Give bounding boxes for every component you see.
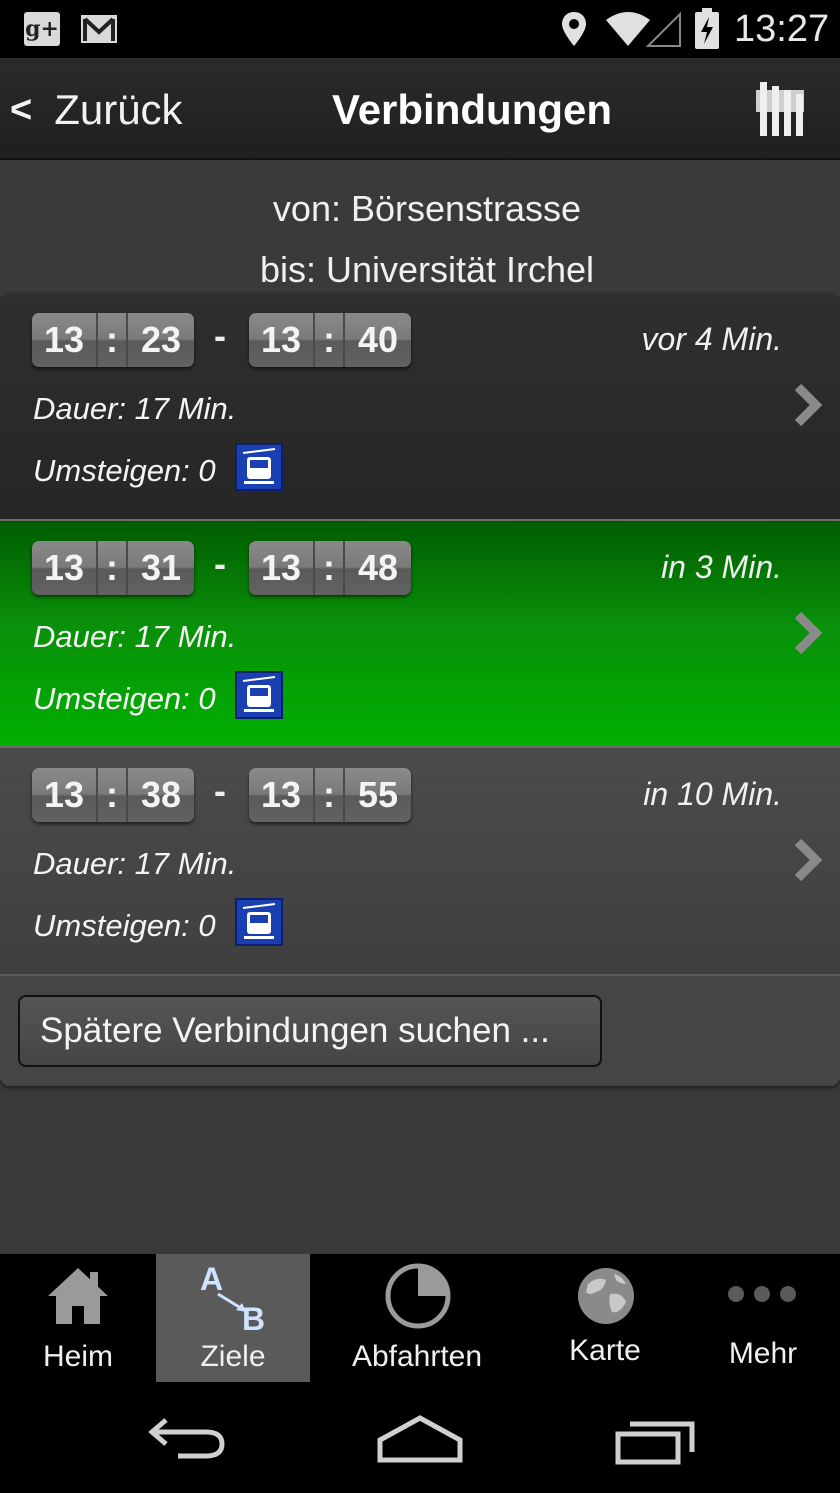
chevron-right-icon [794, 611, 823, 655]
connection-item-highlighted[interactable]: 13 : 31 - 13 : 48 in 3 Min. Dauer: 17 Mi… [0, 521, 840, 747]
more-dots-icon [728, 1286, 796, 1302]
svg-text:A: A [200, 1261, 223, 1297]
tram-icon [235, 443, 283, 491]
transfers: Umsteigen: 0 [33, 681, 216, 716]
tab-karte[interactable]: Karte [524, 1254, 686, 1382]
tab-label: Abfahrten [351, 1340, 483, 1373]
departure-time: 13 : 23 [32, 313, 194, 367]
route-to: bis: Universität Irchel [259, 249, 595, 290]
location-icon [562, 12, 586, 46]
signal-icon [645, 11, 681, 47]
svg-text:B: B [242, 1301, 265, 1334]
tab-abfahrten[interactable]: Abfahrten [310, 1254, 524, 1382]
back-icon[interactable] [146, 1414, 228, 1460]
home-icon [48, 1268, 108, 1324]
status-bar: g+ 13:27 [0, 0, 840, 58]
route-info: von: Börsenstrasse bis: Universität Irch… [0, 178, 840, 300]
tab-label: Mehr [728, 1337, 798, 1370]
arrival-time: 13 : 48 [249, 541, 411, 595]
time-range-separator: - [214, 315, 226, 356]
action-bar: < Zurück Verbindungen [0, 58, 840, 160]
a-to-b-icon: A B [200, 1261, 265, 1334]
chevron-right-icon [794, 383, 823, 427]
chevron-right-icon [794, 838, 823, 882]
transfers: Umsteigen: 0 [33, 908, 216, 943]
connection-item[interactable]: 13 : 23 - 13 : 40 vor 4 Min. Dauer: 17 M… [0, 293, 840, 519]
transfers: Umsteigen: 0 [33, 453, 216, 488]
tab-label: Heim [42, 1340, 113, 1373]
route-from: von: Börsenstrasse [272, 188, 582, 229]
system-nav-bar [0, 1382, 840, 1493]
relative-time: in 10 Min. [643, 776, 782, 812]
page-title: Verbindungen [332, 86, 613, 133]
duration: Dauer: 17 Min. [33, 391, 237, 426]
later-connections-button[interactable]: Spätere Verbindungen suchen ... [18, 995, 602, 1067]
globe-icon [578, 1268, 634, 1324]
tab-mehr[interactable]: Mehr [686, 1254, 840, 1382]
arrival-time: 13 : 55 [249, 768, 411, 822]
tab-heim[interactable]: Heim [0, 1254, 156, 1382]
bottom-tab-bar: Heim A B Ziele Abfahrten Karte Mehr [0, 1254, 840, 1382]
battery-charging-icon [695, 8, 719, 49]
tab-label: Karte [569, 1334, 641, 1367]
gmail-icon [81, 15, 117, 43]
time-range-separator: - [214, 770, 226, 811]
relative-time: in 3 Min. [661, 549, 782, 585]
wifi-icon [606, 11, 681, 47]
timetable-icon[interactable] [754, 80, 806, 138]
tram-icon [235, 898, 283, 946]
arrival-time: 13 : 40 [249, 313, 411, 367]
time-range-separator: - [214, 543, 226, 584]
duration: Dauer: 17 Min. [33, 619, 237, 654]
connections-list: 13 : 23 - 13 : 40 vor 4 Min. Dauer: 17 M… [0, 293, 840, 1086]
departure-time: 13 : 38 [32, 768, 194, 822]
departure-time: 13 : 31 [32, 541, 194, 595]
google-plus-icon: g+ [24, 12, 60, 46]
divider [0, 974, 840, 976]
status-time: 13:27 [734, 8, 830, 50]
main-content: von: Börsenstrasse bis: Universität Irch… [0, 160, 840, 1254]
recents-icon[interactable] [614, 1416, 698, 1466]
clock-icon [385, 1263, 451, 1329]
relative-time: vor 4 Min. [641, 321, 782, 357]
tab-ziele[interactable]: A B Ziele [156, 1254, 310, 1382]
home-icon[interactable] [376, 1414, 464, 1464]
connection-item[interactable]: 13 : 38 - 13 : 55 in 10 Min. Dauer: 17 M… [0, 748, 840, 974]
duration: Dauer: 17 Min. [33, 846, 237, 881]
tram-icon [235, 671, 283, 719]
tab-label: Ziele [200, 1340, 266, 1373]
